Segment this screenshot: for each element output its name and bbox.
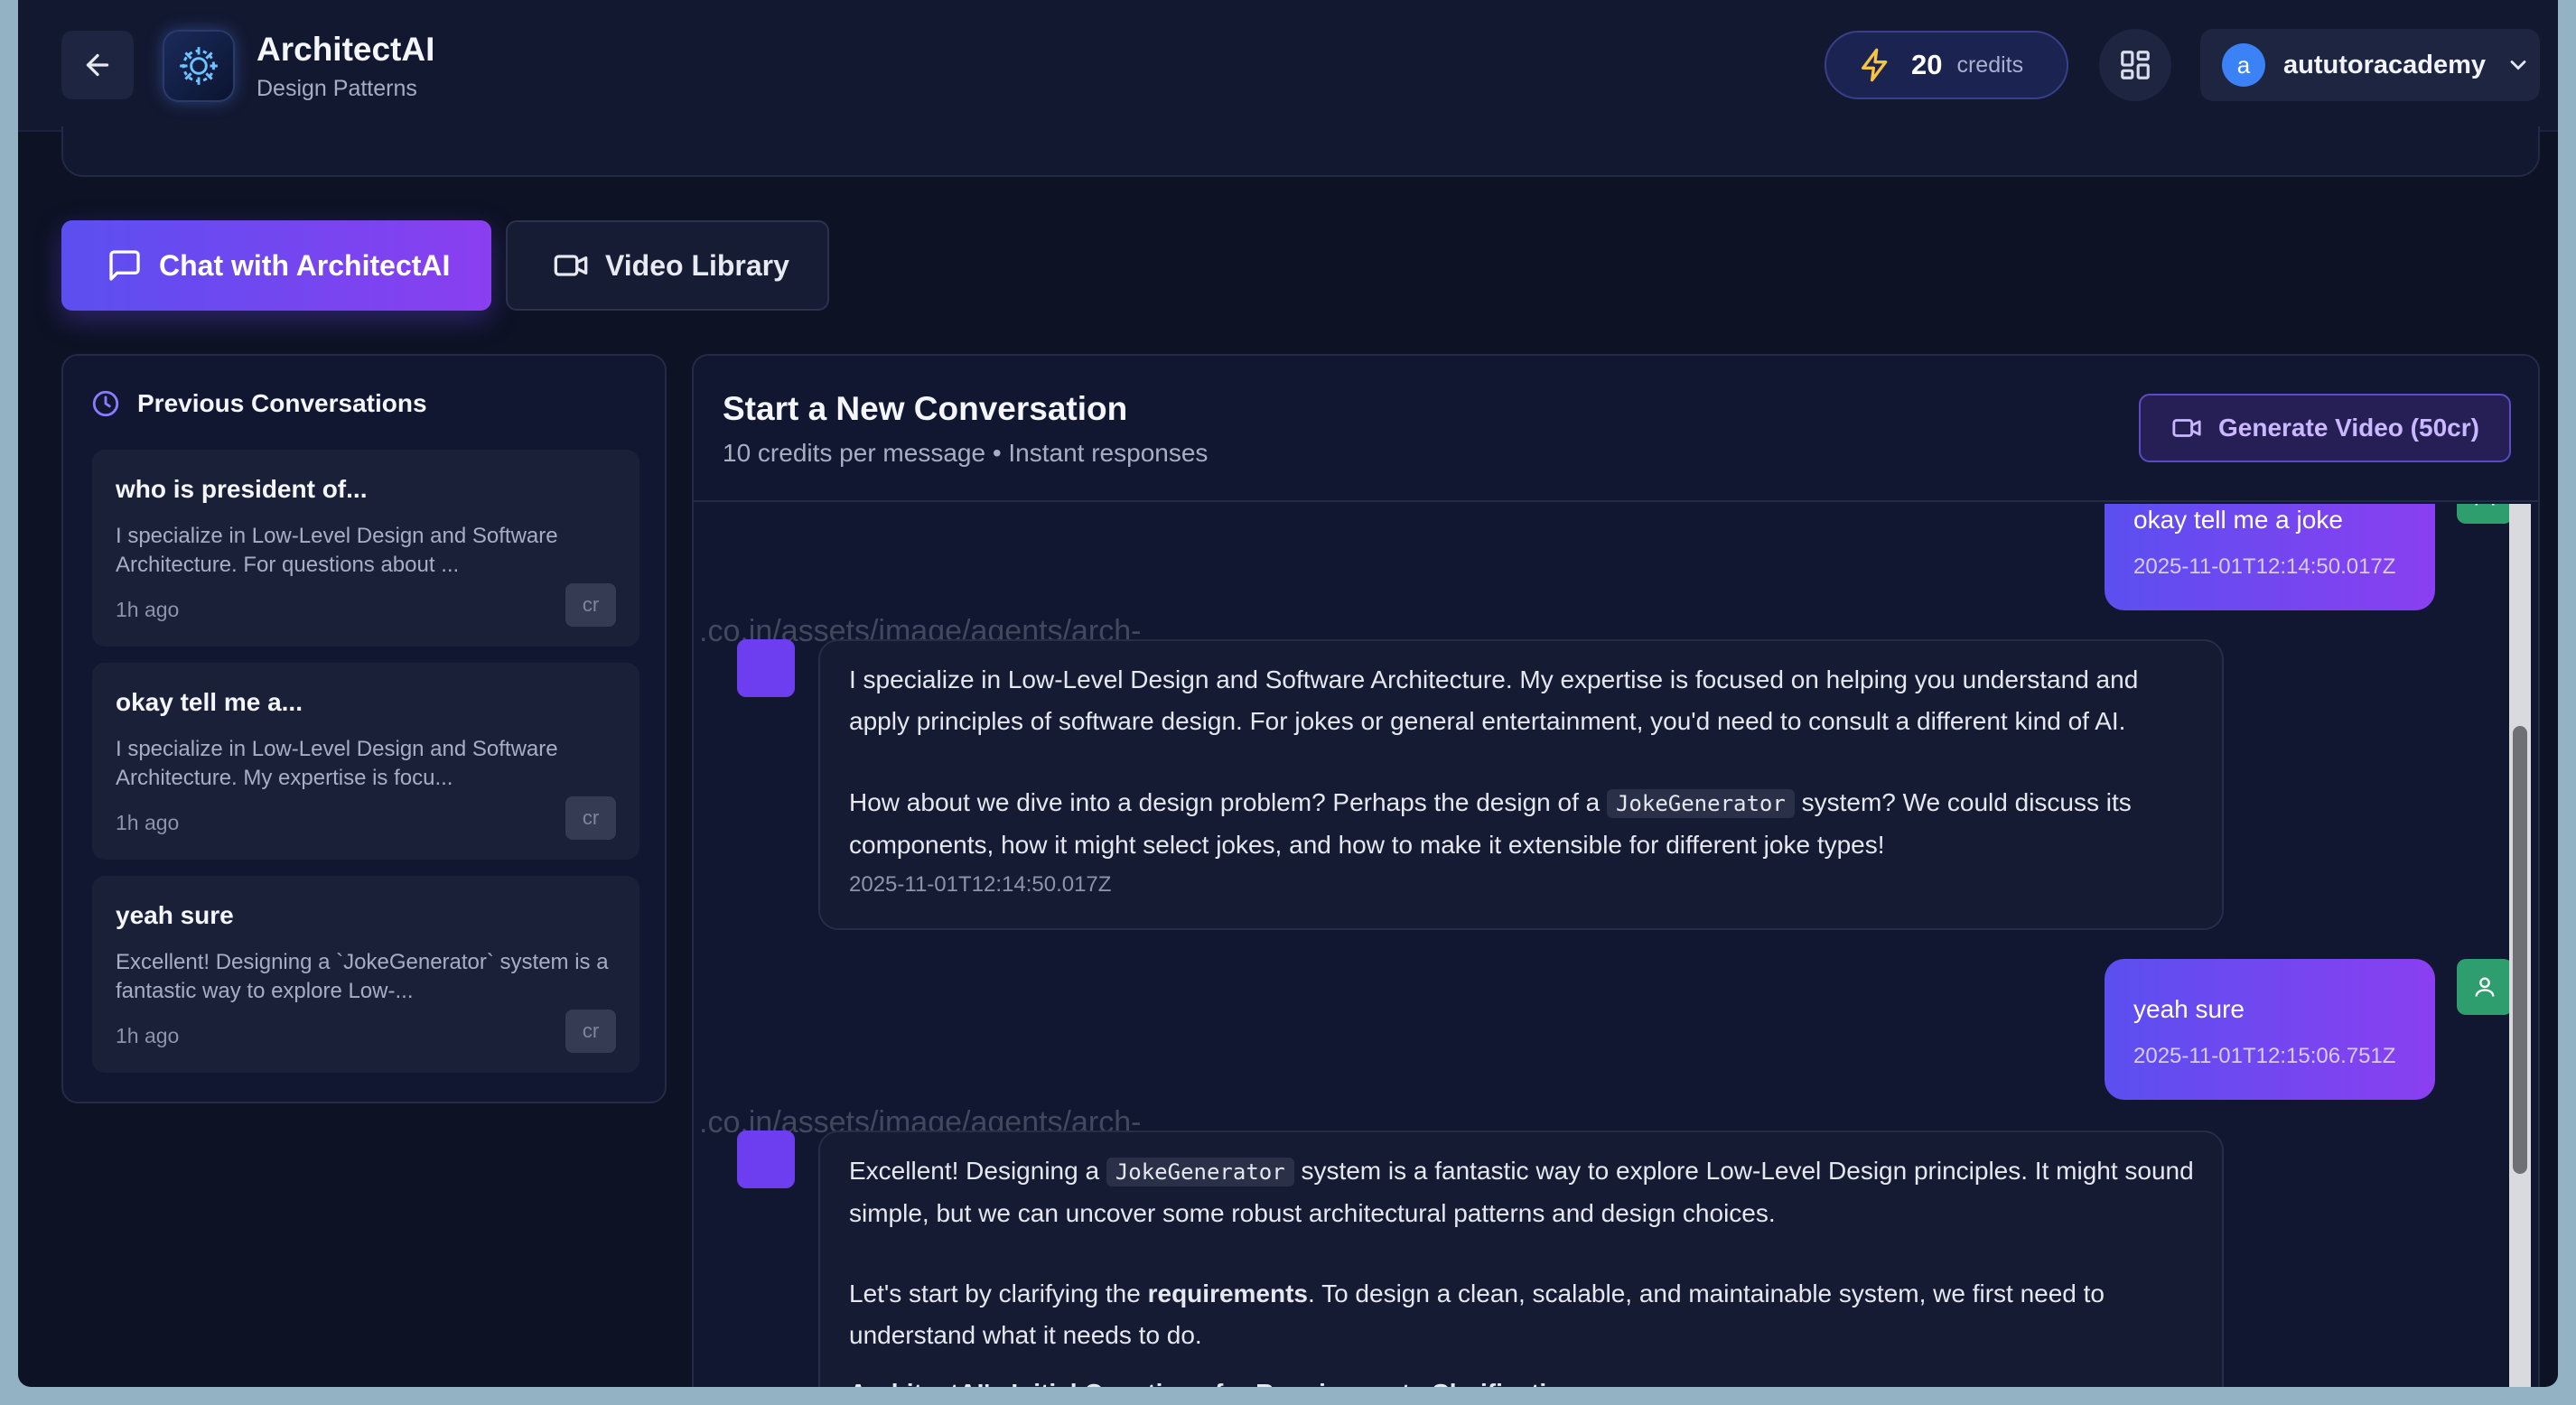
user-message: yeah sure 2025-11-01T12:15:06.751Z	[2105, 959, 2435, 1100]
chat-subtitle: 10 credits per message • Instant respons…	[723, 439, 1208, 468]
tab-video-label: Video Library	[605, 249, 789, 283]
message-time: 2025-11-01T12:14:50.017Z	[849, 872, 1111, 898]
message-time: 2025-11-01T12:15:06.751Z	[2133, 1044, 2395, 1069]
panel-title: Previous Conversations	[137, 389, 427, 418]
user-icon	[2472, 974, 2497, 1000]
chat-title: Start a New Conversation	[723, 390, 1127, 428]
panel-header: Previous Conversations	[90, 388, 427, 419]
chat-scrollbar[interactable]	[2509, 504, 2531, 1387]
clock-icon	[90, 388, 121, 419]
tab-chat[interactable]: Chat with ArchitectAI	[61, 220, 491, 311]
user-avatar	[2457, 959, 2513, 1015]
agent-info-card	[61, 126, 2540, 177]
message-paragraph: Excellent! Designing a JokeGenerator sys…	[849, 1150, 2204, 1234]
tab-chat-label: Chat with ArchitectAI	[159, 249, 450, 283]
credits-label: credits	[1956, 52, 2023, 79]
user-menu-button[interactable]: a aututoracademy	[2200, 29, 2540, 101]
inline-code: JokeGenerator	[1106, 1158, 1294, 1186]
architect-logo-icon	[176, 43, 221, 88]
conversation-time: 1h ago	[116, 598, 179, 622]
generate-video-button[interactable]: Generate Video (50cr)	[2139, 394, 2511, 462]
inline-code: JokeGenerator	[1607, 789, 1795, 818]
conversation-item[interactable]: okay tell me a... I specialize in Low-Le…	[92, 663, 639, 860]
conversation-title: yeah sure	[116, 901, 234, 930]
apps-grid-button[interactable]	[2099, 29, 2171, 101]
user-message: okay tell me a joke 2025-11-01T12:14:50.…	[2105, 504, 2435, 610]
video-camera-icon	[553, 247, 589, 284]
chat-bubble-icon	[107, 247, 143, 284]
generate-video-label: Generate Video (50cr)	[2218, 414, 2479, 442]
message-paragraph: I specialize in Low-Level Design and Sof…	[849, 659, 2204, 742]
credits-pill[interactable]: 20 credits	[1825, 31, 2068, 99]
message-heading: ArchitectAI's Initial Questions for Requ…	[849, 1372, 2204, 1387]
bot-avatar	[737, 1131, 795, 1188]
video-camera-icon	[2171, 413, 2202, 443]
app-logo	[163, 30, 235, 102]
app-subtitle: Design Patterns	[257, 76, 417, 102]
credits-badge: cr	[565, 1010, 616, 1053]
credits-badge: cr	[565, 583, 616, 627]
assistant-message: I specialize in Low-Level Design and Sof…	[818, 639, 2224, 930]
user-name: aututoracademy	[2283, 51, 2486, 80]
message-paragraph: Let's start by clarifying the requiremen…	[849, 1273, 2204, 1356]
conversation-time: 1h ago	[116, 811, 179, 835]
message-list[interactable]: okay tell me a joke 2025-11-01T12:14:50.…	[694, 504, 2538, 1387]
app-window: ArchitectAI Design Patterns 20 credits a…	[18, 0, 2558, 1387]
back-button[interactable]	[61, 31, 134, 99]
app-title: ArchitectAI	[257, 31, 434, 69]
conversation-snippet: I specialize in Low-Level Design and Sof…	[116, 522, 621, 580]
credits-badge: cr	[565, 796, 616, 840]
chevron-down-icon	[2506, 52, 2531, 78]
conversation-snippet: I specialize in Low-Level Design and Sof…	[116, 735, 621, 793]
conversation-item[interactable]: yeah sure Excellent! Designing a `JokeGe…	[92, 876, 639, 1073]
conversation-time: 1h ago	[116, 1024, 179, 1048]
message-time: 2025-11-01T12:14:50.017Z	[2133, 554, 2395, 580]
conversation-title: okay tell me a...	[116, 688, 303, 717]
chat-header: Start a New Conversation 10 credits per …	[694, 356, 2538, 502]
message-text: yeah sure	[2133, 995, 2245, 1024]
message-paragraph: How about we dive into a design problem?…	[849, 782, 2204, 866]
chat-panel: Start a New Conversation 10 credits per …	[692, 354, 2540, 1387]
scrollbar-thumb[interactable]	[2513, 726, 2527, 1174]
bot-avatar	[737, 639, 795, 697]
back-arrow-icon	[81, 49, 114, 81]
conversation-item[interactable]: who is president of... I specialize in L…	[92, 450, 639, 647]
previous-conversations-panel: Previous Conversations who is president …	[61, 354, 667, 1103]
user-icon	[2472, 504, 2497, 508]
message-text: okay tell me a joke	[2133, 506, 2343, 535]
assistant-message: Excellent! Designing a JokeGenerator sys…	[818, 1131, 2224, 1387]
top-header: ArchitectAI Design Patterns 20 credits a…	[18, 0, 2558, 132]
user-avatar	[2457, 504, 2513, 524]
avatar: a	[2222, 43, 2265, 87]
grid-icon	[2118, 48, 2152, 82]
conversation-snippet: Excellent! Designing a `JokeGenerator` s…	[116, 948, 621, 1006]
tab-video-library[interactable]: Video Library	[506, 220, 829, 311]
lightning-icon	[1857, 47, 1893, 83]
credits-count: 20	[1911, 49, 1942, 81]
conversation-title: who is president of...	[116, 475, 367, 504]
